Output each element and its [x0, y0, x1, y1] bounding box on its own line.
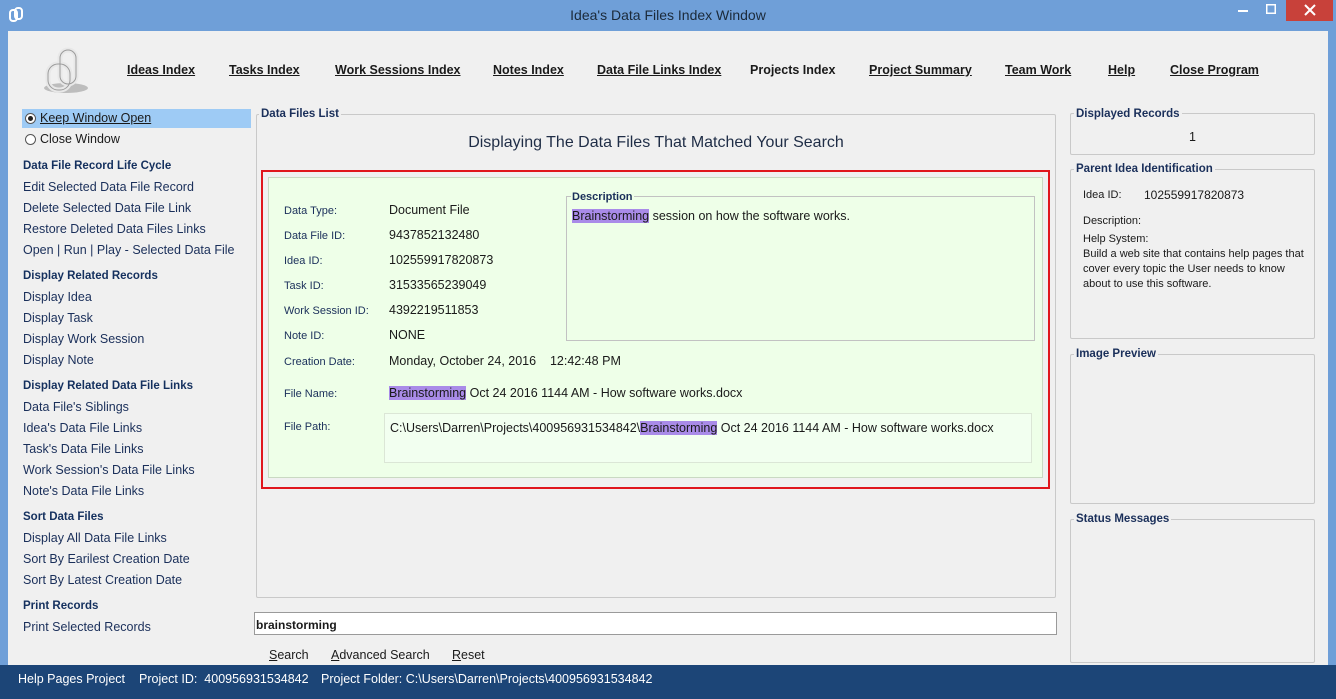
- status-messages-title: Status Messages: [1074, 513, 1172, 525]
- data-files-list-title: Data Files List: [259, 108, 341, 120]
- status-messages-group: [1070, 519, 1315, 663]
- radio-label: Keep Window Open: [40, 111, 152, 125]
- task-id-value: 31533565239049: [389, 278, 487, 292]
- radio-keep-window-open[interactable]: Keep Window Open: [22, 109, 251, 128]
- title-bar: Idea's Data Files Index Window: [0, 0, 1336, 31]
- minimize-icon: [1237, 10, 1248, 12]
- maximize-button[interactable]: [1257, 0, 1284, 21]
- file-path-rest: Oct 24 2016 1144 AM - How software works…: [717, 421, 994, 435]
- data-type-value: Document File: [389, 203, 470, 217]
- status-project-folder: Project Folder: C:\Users\Darren\Projects…: [321, 672, 653, 686]
- file-path-label: File Path:: [284, 421, 331, 433]
- parent-description-text: Help System: Build a web site that conta…: [1083, 233, 1304, 290]
- sidebar-item-display-idea[interactable]: Display Idea: [23, 290, 92, 304]
- button-label: eset: [461, 648, 485, 662]
- creation-date-label: Creation Date:: [284, 356, 355, 368]
- work-session-id-label: Work Session ID:: [284, 305, 369, 317]
- file-path-value: C:\Users\Darren\Projects\400956931534842…: [390, 421, 994, 435]
- data-file-id-value: 9437852132480: [389, 228, 480, 242]
- search-match-highlight: Brainstorming: [572, 209, 650, 223]
- description-text: Brainstorming session on how the softwar…: [572, 209, 850, 223]
- close-icon: [1303, 4, 1316, 16]
- displayed-records-title: Displayed Records: [1074, 108, 1182, 120]
- creation-date-value: Monday, October 24, 2016 12:42:48 PM: [389, 354, 621, 368]
- sidebar-item-sort-latest[interactable]: Sort By Latest Creation Date: [23, 573, 182, 587]
- sidebar-item-siblings[interactable]: Data File's Siblings: [23, 400, 129, 414]
- nav-notes-index[interactable]: Notes Index: [493, 63, 564, 77]
- nav-work-sessions-index[interactable]: Work Sessions Index: [335, 63, 461, 77]
- sidebar-item-display-note[interactable]: Display Note: [23, 353, 94, 367]
- note-id-label: Note ID:: [284, 330, 325, 342]
- work-session-id-value: 4392219511853: [389, 303, 479, 317]
- button-label: dvanced Search: [339, 648, 430, 662]
- search-input[interactable]: brainstorming: [254, 612, 1057, 635]
- task-id-label: Task ID:: [284, 280, 324, 292]
- idea-id-value: 102559917820873: [389, 253, 494, 267]
- parent-idea-id-value: 102559917820873: [1144, 188, 1245, 202]
- sidebar-item-print-selected[interactable]: Print Selected Records: [23, 620, 151, 634]
- sidebar-header-sort: Sort Data Files: [23, 511, 104, 523]
- status-project-name: Help Pages Project: [18, 672, 126, 686]
- access-key: R: [452, 648, 462, 662]
- description-rest: session on how the software works.: [649, 209, 850, 223]
- minimize-button[interactable]: [1228, 0, 1257, 21]
- displayed-records-count: 1: [1189, 130, 1196, 144]
- note-id-value: NONE: [389, 328, 426, 342]
- radio-close-window[interactable]: Close Window: [22, 130, 251, 149]
- nav-data-file-links-index[interactable]: Data File Links Index: [597, 63, 721, 77]
- sidebar-item-note-links[interactable]: Note's Data File Links: [23, 484, 144, 498]
- file-path-prefix: C:\Users\Darren\Projects\400956931534842…: [390, 421, 641, 435]
- status-project-id: Project ID: 400956931534842: [139, 672, 309, 686]
- search-match-highlight: Brainstorming: [640, 421, 718, 435]
- nav-help[interactable]: Help: [1108, 63, 1135, 77]
- radio-button-checked: [25, 113, 36, 124]
- nav-team-work[interactable]: Team Work: [1005, 63, 1071, 77]
- parent-idea-id-label: Idea ID:: [1083, 189, 1122, 201]
- image-preview-title: Image Preview: [1074, 348, 1158, 360]
- sidebar-item-delete[interactable]: Delete Selected Data File Link: [23, 201, 191, 215]
- file-name-label: File Name:: [284, 388, 338, 400]
- radio-button: [25, 134, 36, 145]
- data-file-id-label: Data File ID:: [284, 230, 346, 242]
- radio-label: Close Window: [40, 132, 120, 146]
- paperclip-logo: [44, 47, 88, 93]
- sidebar-header-related-records: Display Related Records: [23, 270, 158, 282]
- sidebar-item-sort-earliest[interactable]: Sort By Earilest Creation Date: [23, 552, 190, 566]
- sidebar-item-open[interactable]: Open | Run | Play - Selected Data File: [23, 243, 234, 257]
- parent-idea-title: Parent Idea Identification: [1074, 163, 1215, 175]
- search-button[interactable]: Search: [269, 648, 309, 662]
- maximize-icon: [1265, 4, 1276, 14]
- reset-button[interactable]: Reset: [452, 648, 485, 662]
- sidebar-header-related-links: Display Related Data File Links: [23, 380, 194, 392]
- close-button[interactable]: [1286, 0, 1333, 21]
- nav-project-summary[interactable]: Project Summary: [869, 63, 972, 77]
- sidebar-item-edit[interactable]: Edit Selected Data File Record: [23, 180, 194, 194]
- parent-description-label: Description:: [1083, 215, 1142, 227]
- sidebar-item-work-session-links[interactable]: Work Session's Data File Links: [23, 463, 195, 477]
- file-name-value: Brainstorming Oct 24 2016 1144 AM - How …: [389, 386, 742, 400]
- sidebar-item-display-task[interactable]: Display Task: [23, 311, 93, 325]
- button-label: earch: [277, 648, 309, 662]
- nav-close-program[interactable]: Close Program: [1170, 63, 1259, 77]
- window-title: Idea's Data Files Index Window: [570, 7, 766, 23]
- data-type-label: Data Type:: [284, 205, 337, 217]
- sidebar-item-display-work-session[interactable]: Display Work Session: [23, 332, 144, 346]
- advanced-search-button[interactable]: Advanced Search: [331, 648, 430, 662]
- sidebar-header-print: Print Records: [23, 600, 99, 612]
- description-title: Description: [571, 191, 634, 203]
- sidebar-item-task-links[interactable]: Task's Data File Links: [23, 442, 143, 456]
- sidebar-item-idea-links[interactable]: Idea's Data File Links: [23, 421, 142, 435]
- file-name-rest: Oct 24 2016 1144 AM - How software works…: [466, 386, 743, 400]
- idea-id-label: Idea ID:: [284, 255, 323, 267]
- search-match-highlight: Brainstorming: [389, 386, 467, 400]
- sidebar-item-restore[interactable]: Restore Deleted Data Files Links: [23, 222, 206, 236]
- sidebar-item-display-all[interactable]: Display All Data File Links: [23, 531, 167, 545]
- results-heading: Displaying The Data Files That Matched Y…: [468, 134, 844, 151]
- nav-projects-index[interactable]: Projects Index: [750, 63, 835, 77]
- nav-tasks-index[interactable]: Tasks Index: [229, 63, 300, 77]
- nav-ideas-index[interactable]: Ideas Index: [127, 63, 195, 77]
- image-preview-group: [1070, 354, 1315, 504]
- sidebar-header-life-cycle: Data File Record Life Cycle: [23, 160, 172, 172]
